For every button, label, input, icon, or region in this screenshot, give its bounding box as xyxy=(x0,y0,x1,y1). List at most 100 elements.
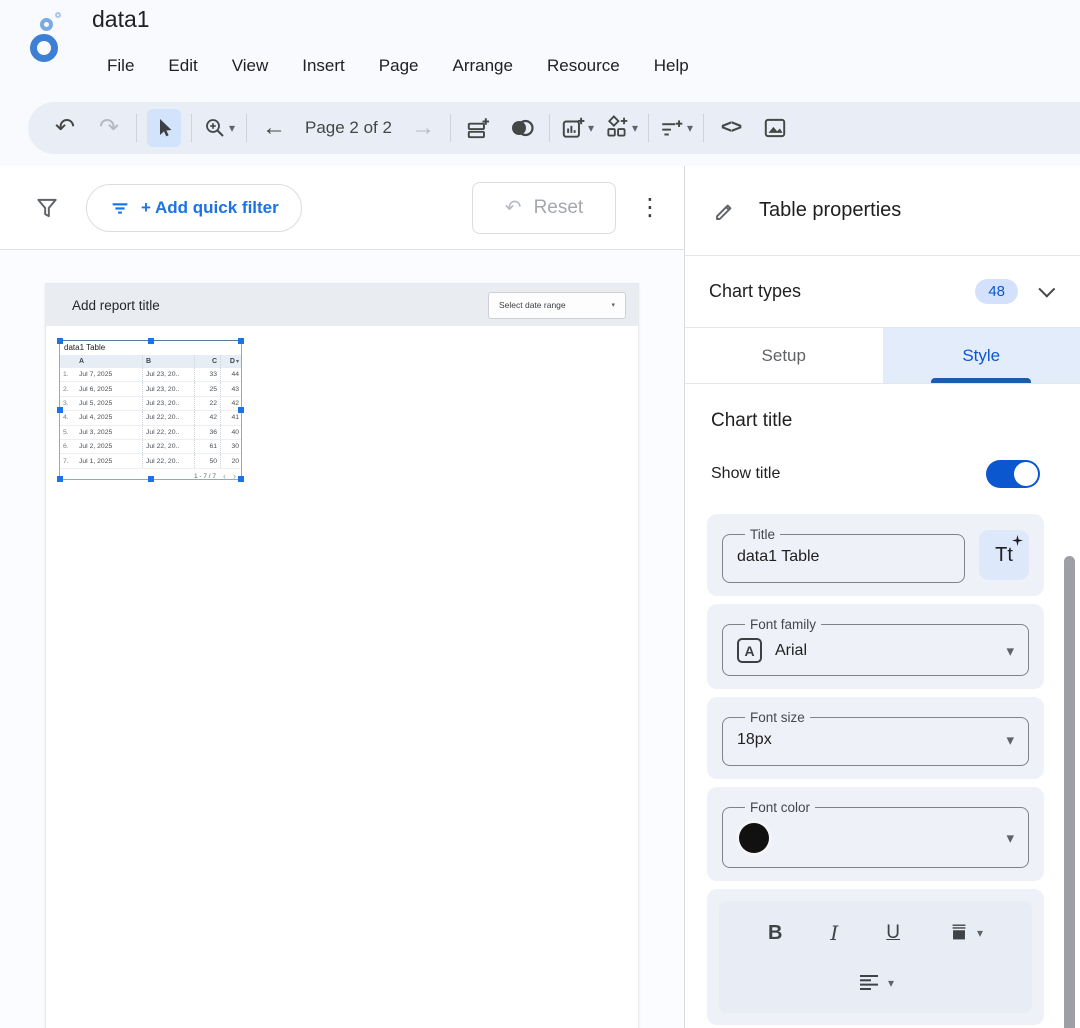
sparkle-icon xyxy=(1012,535,1023,546)
panel-scrollbar[interactable] xyxy=(1064,556,1075,1028)
selection-handle[interactable] xyxy=(57,407,63,413)
table-row[interactable]: 4. Jul 4, 2025 Jul 22, 20.. 42 41 xyxy=(60,411,241,425)
table-row[interactable]: 3. Jul 5, 2025 Jul 23, 20.. 22 42 xyxy=(60,397,241,411)
table-row[interactable]: 6. Jul 2, 2025 Jul 22, 20.. 61 30 xyxy=(60,440,241,454)
column-header-a[interactable]: A xyxy=(76,358,142,365)
reset-undo-icon: ↶ xyxy=(505,195,522,220)
show-title-toggle[interactable] xyxy=(986,460,1040,488)
add-image-button[interactable] xyxy=(758,109,792,147)
chart-title-section-heading: Chart title xyxy=(711,410,1044,432)
table-cell: Jul 22, 20.. xyxy=(142,411,194,424)
title-card: Title data1 Table Tt xyxy=(707,514,1044,596)
menu-resource[interactable]: Resource xyxy=(530,50,637,82)
report-page[interactable]: Add report title Select date range ▾ dat… xyxy=(45,283,639,1028)
embed-code-button[interactable]: <> xyxy=(714,109,748,147)
tab-setup[interactable]: Setup xyxy=(685,328,883,383)
filter-funnel-icon[interactable] xyxy=(34,195,60,221)
document-title[interactable]: data1 xyxy=(92,6,150,33)
text-align-button[interactable]: ▾ xyxy=(857,971,894,995)
select-tool-button[interactable] xyxy=(147,109,181,147)
table-row[interactable]: 7. Jul 1, 2025 Jul 22, 20.. 50 20 xyxy=(60,454,241,468)
blend-data-button[interactable] xyxy=(505,109,539,147)
table-row[interactable]: 5. Jul 3, 2025 Jul 22, 20.. 36 40 xyxy=(60,426,241,440)
more-options-kebab-icon[interactable]: ⋮ xyxy=(638,193,662,222)
table-cell: 40 xyxy=(220,426,241,439)
report-canvas[interactable]: Add report title Select date range ▾ dat… xyxy=(0,250,684,1028)
arrow-left-icon: ← xyxy=(262,116,286,140)
menu-view[interactable]: View xyxy=(215,50,286,82)
table-cell: Jul 4, 2025 xyxy=(76,414,142,421)
table-cell: 43 xyxy=(220,382,241,395)
table-chart[interactable]: data1 Table A B C D▾ 1. Jul 7, 2025 Jul … xyxy=(59,340,242,480)
font-color-swatch[interactable] xyxy=(739,823,769,853)
add-control-button[interactable]: ▾ xyxy=(659,109,693,147)
selection-handle[interactable] xyxy=(148,338,154,344)
menu-file[interactable]: File xyxy=(90,50,151,82)
table-cell: Jul 23, 20.. xyxy=(142,397,194,410)
column-header-b[interactable]: B xyxy=(142,355,194,368)
table-cell: 20 xyxy=(220,454,241,467)
chevron-down-icon[interactable]: ▾ xyxy=(1006,642,1014,660)
font-color-field[interactable]: Font color ▾ xyxy=(722,800,1029,868)
redo-icon: ↷ xyxy=(99,116,119,140)
chevron-down-icon[interactable]: ▾ xyxy=(1006,829,1014,847)
selection-handle[interactable] xyxy=(238,476,244,482)
selection-handle[interactable] xyxy=(57,476,63,482)
toolbar-divider xyxy=(450,114,451,142)
column-header-d[interactable]: D▾ xyxy=(220,355,241,368)
menu-page[interactable]: Page xyxy=(362,50,436,82)
looker-studio-logo-icon[interactable] xyxy=(28,12,72,64)
image-icon xyxy=(762,115,788,141)
table-row[interactable]: 1. Jul 7, 2025 Jul 23, 20.. 33 44 xyxy=(60,368,241,382)
filter-bar: + Add quick filter ↶ Reset ⋮ xyxy=(0,166,684,250)
properties-panel: Table properties Chart types 48 Setup St… xyxy=(684,166,1080,1028)
selection-handle[interactable] xyxy=(238,407,244,413)
font-size-field[interactable]: Font size 18px ▾ xyxy=(722,710,1029,766)
add-chart-button[interactable]: ▾ xyxy=(560,109,594,147)
selection-handle[interactable] xyxy=(148,476,154,482)
add-page-button[interactable] xyxy=(461,109,495,147)
chevron-down-icon[interactable]: ▾ xyxy=(1006,731,1014,749)
menu-edit[interactable]: Edit xyxy=(151,50,214,82)
date-range-control[interactable]: Select date range ▾ xyxy=(488,292,626,319)
add-chart-icon xyxy=(560,115,586,141)
add-community-visualization-button[interactable]: ▾ xyxy=(604,109,638,147)
selection-handle[interactable] xyxy=(238,338,244,344)
generate-title-button[interactable]: Tt xyxy=(979,530,1029,580)
menu-insert[interactable]: Insert xyxy=(285,50,362,82)
font-family-field[interactable]: Font family A Arial ▾ xyxy=(722,617,1029,676)
previous-page-button[interactable]: ← xyxy=(257,109,291,147)
page-prev-icon[interactable]: ‹ xyxy=(223,472,226,481)
table-cell: Jul 22, 20.. xyxy=(142,440,194,453)
title-field-value[interactable]: data1 Table xyxy=(737,548,950,566)
menu-arrange[interactable]: Arrange xyxy=(435,50,529,82)
undo-button[interactable]: ↶ xyxy=(48,109,82,147)
report-title-placeholder[interactable]: Add report title xyxy=(72,298,160,313)
next-page-button[interactable]: → xyxy=(406,109,440,147)
row-number-cell: 7. xyxy=(60,458,76,465)
undo-icon: ↶ xyxy=(55,116,75,140)
add-quick-filter-button[interactable]: + Add quick filter xyxy=(86,184,302,232)
row-number-cell: 5. xyxy=(60,429,76,436)
highlight-color-button[interactable]: ▾ xyxy=(948,922,983,944)
selection-handle[interactable] xyxy=(57,338,63,344)
zoom-tool-button[interactable]: ▾ xyxy=(202,109,236,147)
tab-style[interactable]: Style xyxy=(883,328,1080,383)
add-quick-filter-label: + Add quick filter xyxy=(141,198,279,218)
redo-button[interactable]: ↷ xyxy=(92,109,126,147)
table-cell: Jul 7, 2025 xyxy=(76,371,142,378)
reset-button[interactable]: ↶ Reset xyxy=(472,182,616,234)
bold-button[interactable]: B xyxy=(768,922,782,945)
title-field[interactable]: Title data1 Table xyxy=(722,527,965,583)
column-header-c[interactable]: C xyxy=(194,355,220,368)
underline-button[interactable]: U xyxy=(886,922,900,944)
table-row[interactable]: 2. Jul 6, 2025 Jul 23, 20.. 25 43 xyxy=(60,382,241,396)
italic-button[interactable]: I xyxy=(830,921,838,945)
menu-help[interactable]: Help xyxy=(637,50,706,82)
font-family-value: Arial xyxy=(775,642,807,660)
page-next-icon[interactable]: › xyxy=(233,472,236,481)
chart-types-row[interactable]: Chart types 48 xyxy=(685,256,1080,328)
app-header: data1 File Edit View Insert Page Arrange… xyxy=(0,0,1080,166)
add-control-icon xyxy=(659,115,685,141)
chevron-down-icon[interactable] xyxy=(1038,280,1055,297)
